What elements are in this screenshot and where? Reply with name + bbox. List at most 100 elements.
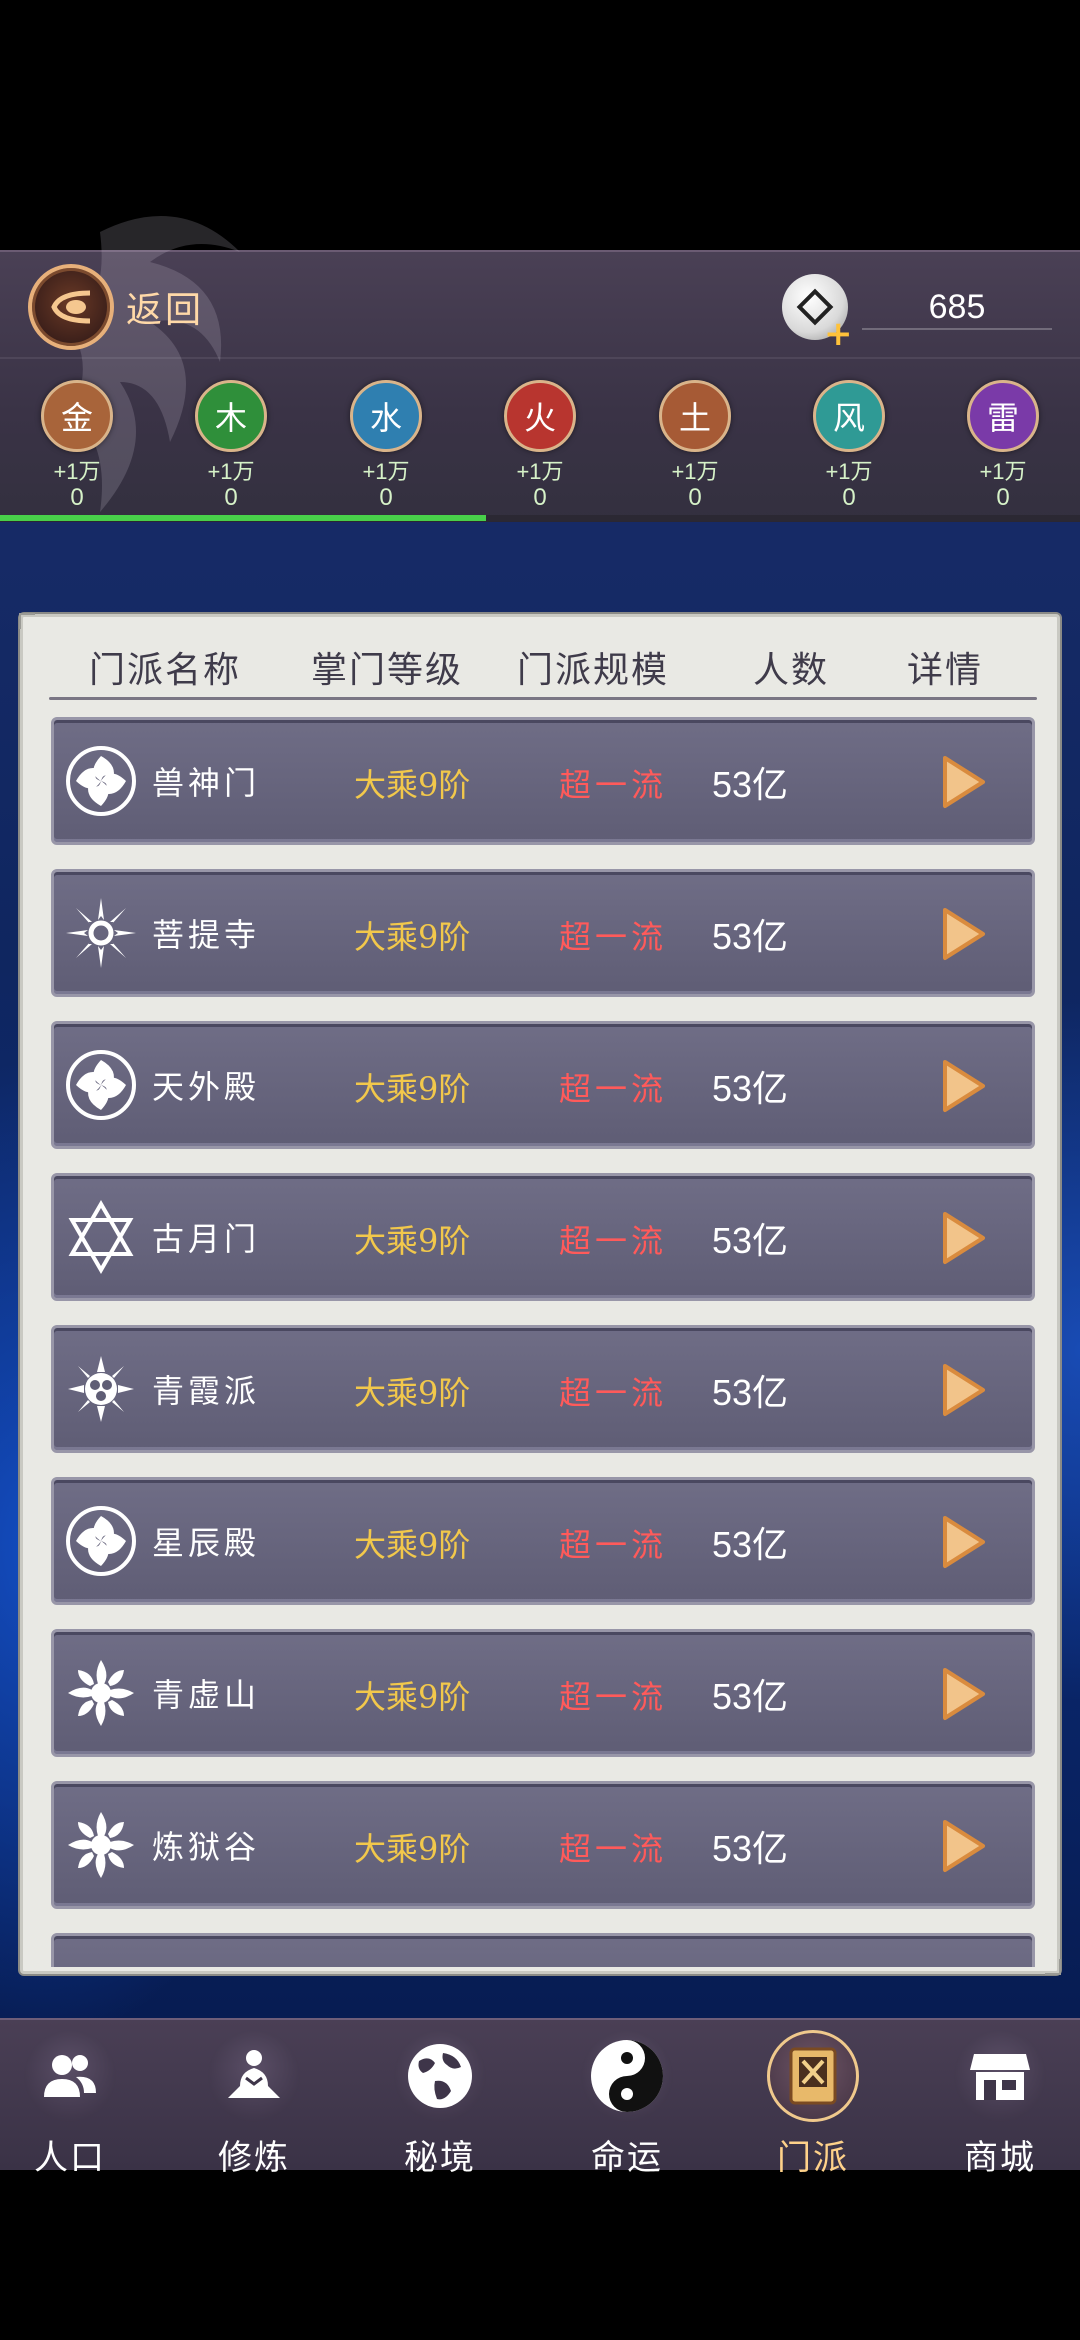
element-bonus: +1万 <box>362 459 410 484</box>
sect-row[interactable]: 天外殿 大乘9阶 超一流 53亿 <box>51 1021 1035 1149</box>
progress-fill <box>0 515 486 521</box>
nav-population[interactable]: 人口 <box>0 2020 160 2178</box>
member-count: 53亿 <box>712 1828 789 1869</box>
element-water[interactable]: 水 +1万 0 <box>326 380 446 510</box>
sect-scale: 超一流 <box>559 1222 668 1260</box>
sect-row-partial[interactable] <box>51 1933 1035 1967</box>
play-arrow-icon[interactable] <box>939 1818 987 1874</box>
element-count: 0 <box>842 484 856 511</box>
play-arrow-icon[interactable] <box>939 1514 987 1570</box>
nav-label: 秘境 <box>404 2138 476 2178</box>
play-arrow-icon[interactable] <box>939 754 987 810</box>
sect-list[interactable]: 兽神门 大乘9阶 超一流 53亿 菩提寺 大乘9阶 超一流 53亿 天外殿 大乘… <box>23 717 1063 1967</box>
element-count: 0 <box>224 484 238 511</box>
sect-scale: 超一流 <box>559 1678 668 1716</box>
sect-row[interactable]: 菩提寺 大乘9阶 超一流 53亿 <box>51 869 1035 997</box>
master-level: 大乘9阶 <box>354 1070 471 1108</box>
bottom-nav: 人口 修炼 秘境 命运 门派 商城 <box>0 2018 1080 2178</box>
flower-emblem-icon <box>68 1356 134 1422</box>
metal-orb-icon: 金 <box>41 380 113 452</box>
member-count: 53亿 <box>712 1372 789 1413</box>
nav-label: 修炼 <box>218 2138 290 2178</box>
currency-display[interactable]: + 685 <box>782 274 1062 354</box>
sect-scale: 超一流 <box>559 1830 668 1868</box>
element-fire[interactable]: 火 +1万 0 <box>480 380 600 510</box>
nav-secret-realm[interactable]: 秘境 <box>350 2020 530 2178</box>
earth-orb-icon: 土 <box>659 380 731 452</box>
element-wood[interactable]: 木 +1万 0 <box>171 380 291 510</box>
col-header-detail: 详情 <box>907 650 984 691</box>
people-icon <box>24 2030 116 2122</box>
sect-scale: 超一流 <box>559 766 668 804</box>
play-arrow-icon[interactable] <box>939 906 987 962</box>
yin-yang-icon <box>581 2030 673 2122</box>
nav-label: 门派 <box>777 2138 849 2178</box>
back-label: 返回 <box>126 290 205 331</box>
thunder-orb-icon: 雷 <box>967 380 1039 452</box>
sect-scale: 超一流 <box>559 1374 668 1412</box>
member-count: 53亿 <box>712 1524 789 1565</box>
wind-orb-icon: 风 <box>813 380 885 452</box>
element-bonus: +1万 <box>53 459 101 484</box>
play-arrow-icon[interactable] <box>939 1058 987 1114</box>
sect-row[interactable]: 青虚山 大乘9阶 超一流 53亿 <box>51 1629 1035 1757</box>
nav-sect[interactable]: 门派 <box>723 2020 903 2178</box>
sect-row[interactable]: 兽神门 大乘9阶 超一流 53亿 <box>51 717 1035 845</box>
element-count: 0 <box>688 484 702 511</box>
element-bonus: +1万 <box>825 459 873 484</box>
sect-row[interactable]: 炼狱谷 大乘9阶 超一流 53亿 <box>51 1781 1035 1909</box>
nav-label: 命运 <box>591 2138 663 2178</box>
sect-name: 青霞派 <box>152 1372 261 1410</box>
sect-name: 星辰殿 <box>152 1524 261 1562</box>
top-bar: 返回 + 685 金 +1万 0 木 +1万 0 水 +1万 0 火 +1万 0… <box>0 216 1080 522</box>
master-level: 大乘9阶 <box>354 1374 471 1412</box>
play-arrow-icon[interactable] <box>939 1362 987 1418</box>
element-wind[interactable]: 风 +1万 0 <box>789 380 909 510</box>
shop-icon <box>954 2030 1046 2122</box>
spiral-emblem-icon <box>68 1812 134 1878</box>
water-orb-icon: 水 <box>350 380 422 452</box>
sect-name: 青虚山 <box>152 1676 261 1714</box>
panel-corner <box>19 613 35 629</box>
back-arrow-icon <box>28 264 114 350</box>
master-level: 大乘9阶 <box>354 918 471 956</box>
meditation-icon <box>208 2030 300 2122</box>
element-metal[interactable]: 金 +1万 0 <box>17 380 137 510</box>
nav-cultivation[interactable]: 修炼 <box>164 2020 344 2178</box>
table-header: 门派名称 掌门等级 门派规模 人数 详情 <box>23 641 1063 691</box>
currency-value: 685 <box>862 284 1052 330</box>
sect-name: 天外殿 <box>152 1068 261 1106</box>
master-level: 大乘9阶 <box>354 1526 471 1564</box>
master-level: 大乘9阶 <box>354 766 471 804</box>
col-header-name: 门派名称 <box>89 650 242 691</box>
element-count: 0 <box>379 484 393 511</box>
sect-row[interactable]: 青霞派 大乘9阶 超一流 53亿 <box>51 1325 1035 1453</box>
sect-row[interactable]: 星辰殿 大乘9阶 超一流 53亿 <box>51 1477 1035 1605</box>
element-thunder[interactable]: 雷 +1万 0 <box>943 380 1063 510</box>
sect-scale: 超一流 <box>559 918 668 956</box>
sect-row[interactable]: 古月门 大乘9阶 超一流 53亿 <box>51 1173 1035 1301</box>
element-count: 0 <box>996 484 1010 511</box>
master-level: 大乘9阶 <box>354 1830 471 1868</box>
element-bonus: +1万 <box>516 459 564 484</box>
member-count: 53亿 <box>712 1676 789 1717</box>
globe-icon <box>394 2030 486 2122</box>
col-header-count: 人数 <box>753 650 830 691</box>
nav-shop[interactable]: 商城 <box>910 2020 1080 2178</box>
element-count: 0 <box>533 484 547 511</box>
nav-label: 商城 <box>964 2138 1036 2178</box>
element-bonus: +1万 <box>207 459 255 484</box>
sunburst-emblem-icon <box>66 898 136 968</box>
element-count: 0 <box>70 484 84 511</box>
back-button[interactable]: 返回 <box>28 264 204 350</box>
add-currency-icon[interactable]: + <box>824 314 853 354</box>
spiral-emblem-icon <box>68 1660 134 1726</box>
play-arrow-icon[interactable] <box>939 1210 987 1266</box>
nav-label: 人口 <box>34 2138 106 2178</box>
swirl-emblem-icon <box>66 746 136 816</box>
master-level: 大乘9阶 <box>354 1678 471 1716</box>
element-earth[interactable]: 土 +1万 0 <box>635 380 755 510</box>
nav-fate[interactable]: 命运 <box>537 2020 717 2178</box>
play-arrow-icon[interactable] <box>939 1666 987 1722</box>
element-resources: 金 +1万 0 木 +1万 0 水 +1万 0 火 +1万 0 土 +1万 0 … <box>0 380 1080 510</box>
